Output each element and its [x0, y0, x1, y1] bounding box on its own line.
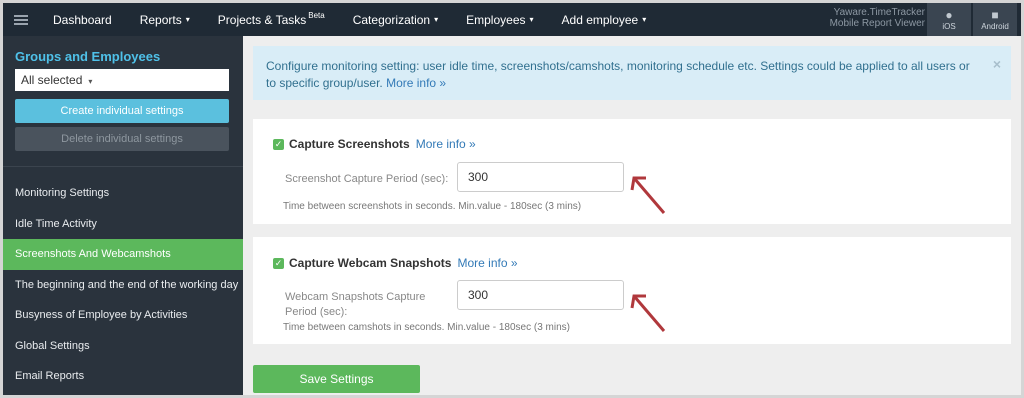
android-icon: ■ [991, 8, 999, 22]
save-settings-button[interactable]: Save Settings [253, 365, 420, 393]
top-navbar: Dashboard Reports ▾ Projects & Tasks Beta … [3, 3, 1021, 36]
ios-label: iOS [942, 22, 956, 31]
arrow-annotation-icon [630, 294, 666, 332]
screenshots-title: Capture Screenshots [289, 137, 410, 151]
beta-badge: Beta [308, 11, 325, 20]
delete-settings-button[interactable]: Delete individual settings [15, 127, 229, 151]
viewer-line-1: Yaware.TimeTracker [833, 7, 925, 18]
app-window: Dashboard Reports ▾ Projects & Tasks Beta … [0, 0, 1024, 398]
webcam-period-input[interactable]: 300 [457, 280, 624, 310]
screenshot-period-hint: Time between screenshots in seconds. Min… [283, 201, 582, 212]
create-settings-button[interactable]: Create individual settings [15, 99, 229, 123]
arrow-annotation-icon [630, 176, 666, 214]
webcam-more-info-link[interactable]: More info » [457, 256, 517, 270]
sidebar: Groups and Employees All selected ▾ Creat… [3, 36, 243, 395]
webcam-period-label: Webcam Snapshots Capture Period (sec): [285, 291, 426, 318]
info-alert: Configure monitoring setting: user idle … [253, 46, 1011, 100]
capture-screenshots-checkbox[interactable]: ✓ [273, 139, 284, 150]
ios-app-button[interactable]: ● iOS [927, 3, 971, 36]
webcam-title: Capture Webcam Snapshots [289, 256, 452, 270]
chevron-down-icon: ▾ [642, 15, 647, 24]
menu-item-working-day[interactable]: The beginning and the end of the working… [3, 270, 243, 301]
menu-item-monitoring-settings[interactable]: Monitoring Settings [3, 178, 243, 209]
screenshots-card: ✓ Capture Screenshots More info » Screens… [253, 119, 1011, 224]
menu-item-global-settings[interactable]: Global Settings [3, 331, 243, 362]
menu-item-email-reports[interactable]: Email Reports [3, 361, 243, 392]
nav-projects-tasks[interactable]: Projects & Tasks Beta [204, 3, 339, 36]
capture-webcam-checkbox[interactable]: ✓ [273, 258, 284, 269]
chevron-down-icon: ▾ [185, 15, 190, 24]
chevron-down-icon: ▾ [434, 15, 439, 24]
webcam-period-hint: Time between camshots in seconds. Min.va… [283, 322, 570, 333]
menu-item-busyness[interactable]: Busyness of Employee by Activities [3, 300, 243, 331]
mobile-viewer-caption: Yaware.TimeTracker Mobile Report Viewer [830, 7, 925, 29]
group-select-value: All selected [21, 73, 83, 87]
nav-add-employee[interactable]: Add employee ▾ [548, 3, 661, 36]
android-app-button[interactable]: ■ Android [973, 3, 1017, 36]
close-icon[interactable]: × [993, 56, 1001, 73]
main-content: Configure monitoring setting: user idle … [243, 36, 1021, 395]
nav-employees[interactable]: Employees ▾ [452, 3, 547, 36]
group-select[interactable]: All selected ▾ [15, 69, 229, 91]
alert-text: Configure monitoring setting: user idle … [266, 59, 970, 90]
menu-toggle-icon[interactable] [3, 3, 39, 36]
sidebar-divider [3, 166, 243, 167]
sidebar-title: Groups and Employees [15, 49, 161, 64]
webcam-card: ✓ Capture Webcam Snapshots More info » We… [253, 237, 1011, 344]
menu-item-idle-time-activity[interactable]: Idle Time Activity [3, 209, 243, 240]
webcam-heading: Capture Webcam Snapshots More info » [289, 256, 518, 270]
settings-menu: Monitoring Settings Idle Time Activity S… [3, 178, 243, 392]
chevron-down-icon: ▾ [529, 15, 534, 24]
nav-categorization[interactable]: Categorization ▾ [339, 3, 452, 36]
android-label: Android [981, 22, 1009, 31]
screenshots-heading: Capture Screenshots More info » [289, 137, 476, 151]
chevron-down-icon: ▾ [88, 77, 93, 86]
screenshot-period-label: Screenshot Capture Period (sec): [285, 173, 449, 185]
menu-item-screenshots-webcamshots[interactable]: Screenshots And Webcamshots [3, 239, 243, 270]
screenshots-more-info-link[interactable]: More info » [416, 137, 476, 151]
alert-more-info-link[interactable]: More info » [386, 76, 446, 90]
viewer-line-2: Mobile Report Viewer [829, 18, 925, 29]
nav-reports[interactable]: Reports ▾ [126, 3, 204, 36]
nav-dashboard[interactable]: Dashboard [39, 3, 126, 36]
screenshot-period-input[interactable]: 300 [457, 162, 624, 192]
apple-icon: ● [945, 8, 953, 22]
